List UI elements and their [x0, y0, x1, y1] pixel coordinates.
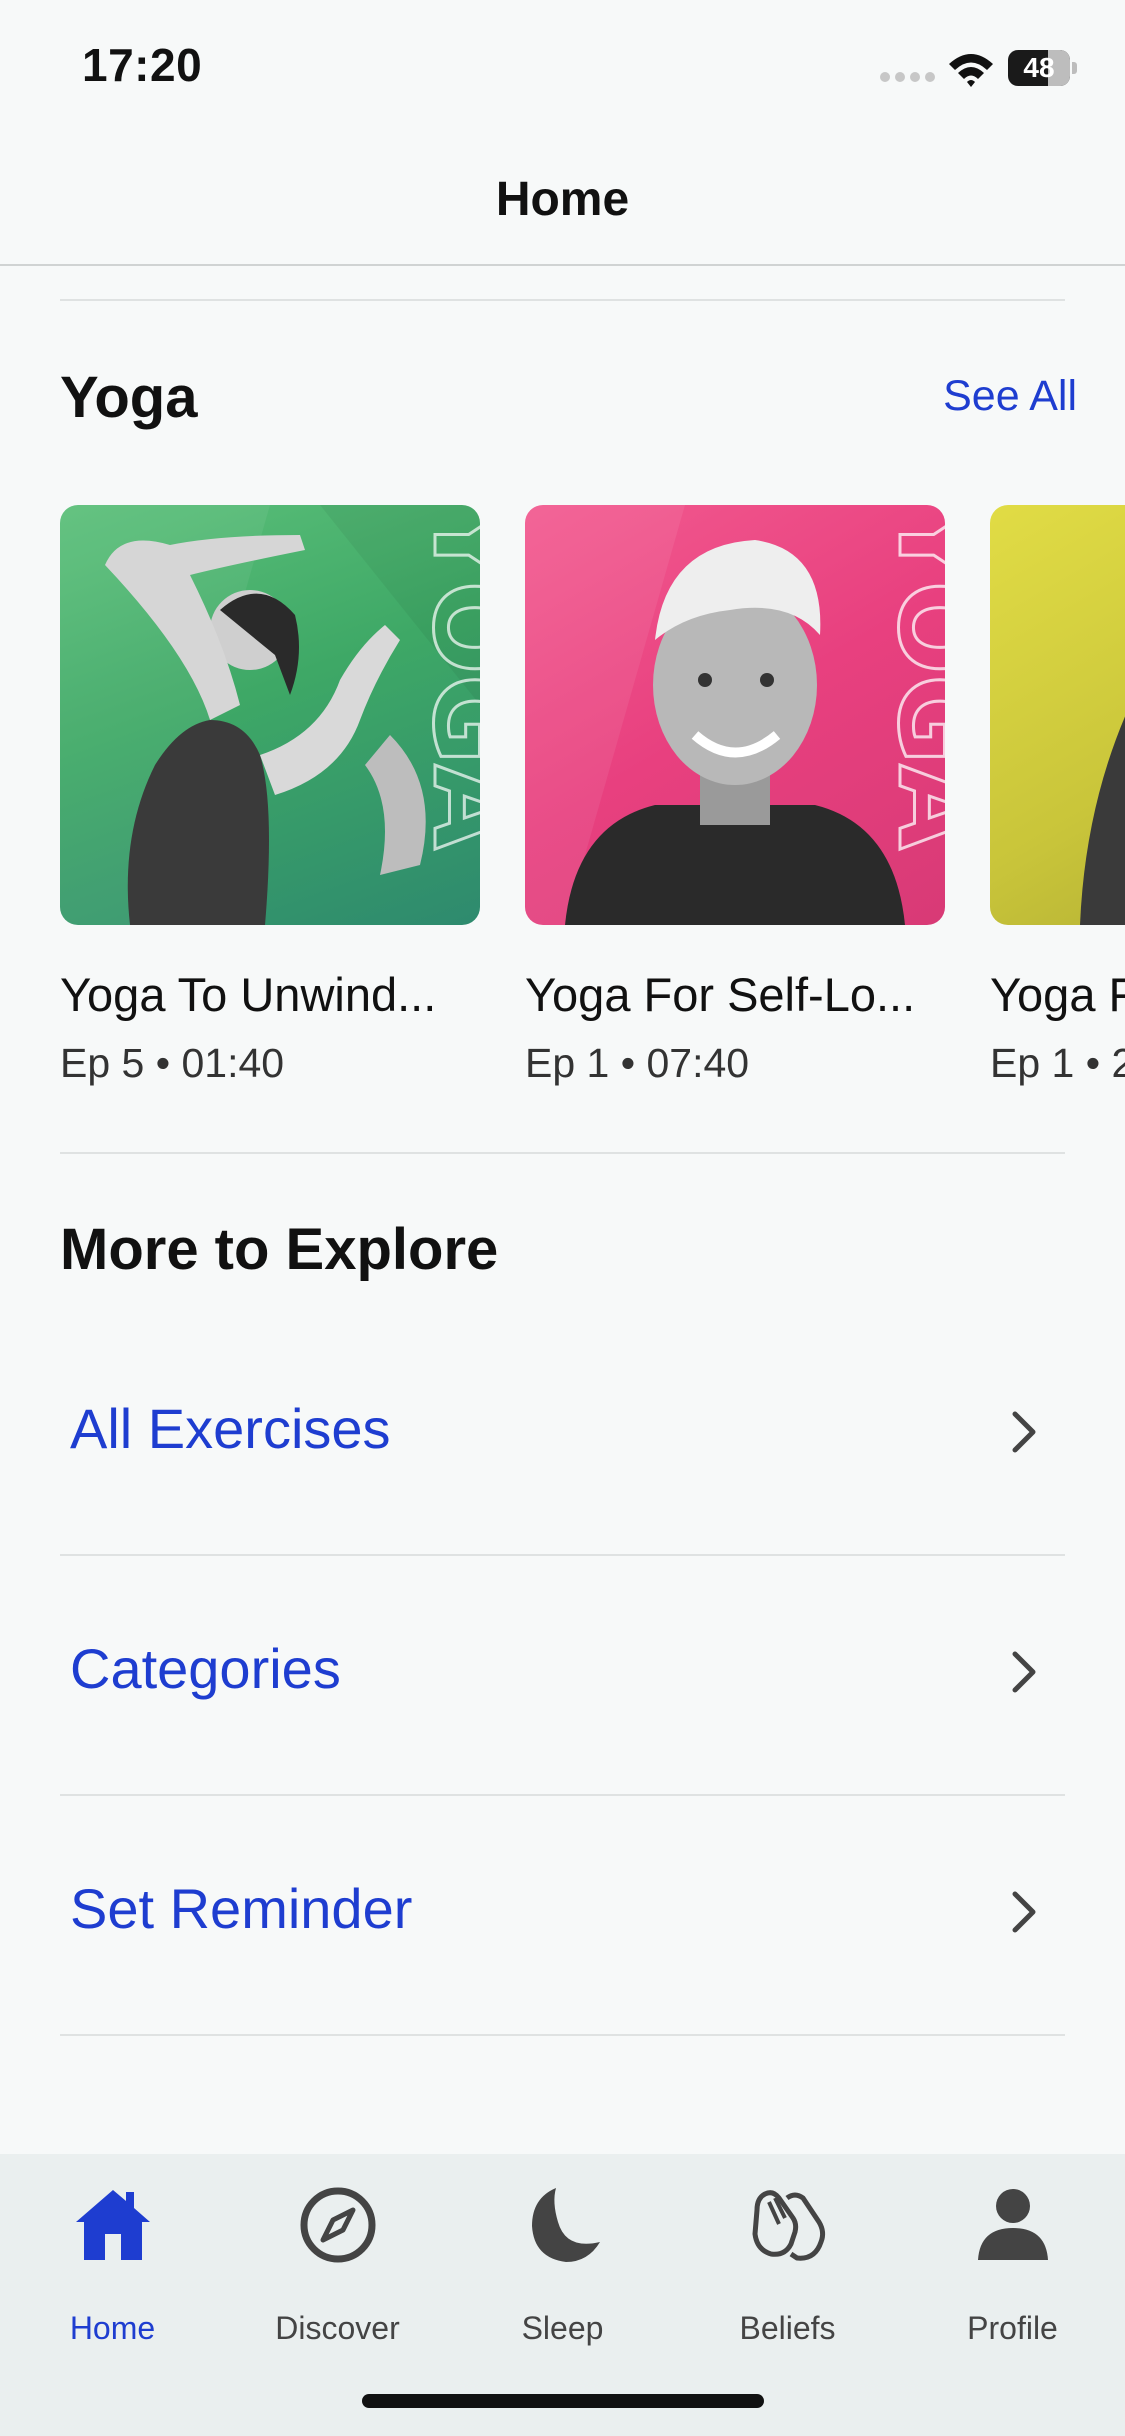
tab-label: Home: [69, 2310, 156, 2346]
yoga-pose-illustration: YOGA: [60, 505, 480, 925]
explore-section-title: More to Explore: [60, 1217, 499, 1282]
moon-icon: [532, 2188, 600, 2262]
yoga-card-thumbnail[interactable]: YOGA: [60, 505, 480, 925]
tab-label: Discover: [275, 2310, 400, 2346]
tab-label: Profile: [967, 2310, 1058, 2346]
tab-home[interactable]: Home: [0, 2184, 225, 2364]
yoga-portrait-illustration: [1080, 716, 1125, 925]
yoga-art-text: YOGA: [409, 505, 480, 850]
yoga-carousel[interactable]: YOGA Yoga To Unwind... Ep 5 • 01:40 YOGA…: [0, 505, 1125, 1105]
divider: [60, 299, 1065, 301]
yoga-card-thumbnail[interactable]: YOGA: [525, 505, 945, 925]
tab-label: Sleep: [521, 2310, 604, 2346]
yoga-card-thumbnail[interactable]: [990, 505, 1125, 925]
person-icon: [978, 2189, 1048, 2260]
compass-icon: [300, 2187, 376, 2263]
tab-discover[interactable]: Discover: [225, 2184, 450, 2364]
home-icon: [76, 2190, 150, 2260]
battery-level: 48: [1023, 52, 1055, 83]
chevron-right-icon: [1012, 1891, 1036, 1933]
nav-header: Home: [0, 130, 1125, 266]
tab-profile[interactable]: Profile: [900, 2184, 1125, 2364]
list-item-set-reminder[interactable]: Set Reminder: [60, 1794, 1065, 2036]
yoga-card-title: Yoga F: [990, 968, 1125, 1021]
battery-icon: 48: [1008, 50, 1078, 88]
list-item-label: All Exercises: [70, 1397, 391, 1460]
yoga-portrait-illustration: YOGA: [525, 505, 945, 925]
status-time: 17:20: [82, 39, 203, 91]
yoga-card-meta: Ep 1 • 07:40: [525, 1040, 750, 1086]
divider: [60, 1152, 1065, 1154]
signal-icon: [880, 72, 936, 84]
wifi-icon: [949, 54, 993, 87]
yoga-section-title: Yoga: [60, 365, 198, 430]
yoga-art-text: YOGA: [874, 505, 945, 850]
list-item-all-exercises[interactable]: All Exercises: [60, 1314, 1065, 1556]
praying-hands-icon: [752, 2190, 826, 2261]
home-indicator[interactable]: [362, 2394, 764, 2408]
list-item-label: Categories: [70, 1637, 341, 1700]
page-title: Home: [495, 173, 630, 226]
yoga-card-meta: Ep 1 • 2: [990, 1040, 1125, 1086]
list-item-categories[interactable]: Categories: [60, 1554, 1065, 1796]
tab-label: Beliefs: [739, 2310, 836, 2346]
see-all-link[interactable]: See All: [943, 372, 1077, 421]
tab-sleep[interactable]: Sleep: [450, 2184, 675, 2364]
yoga-card-title: Yoga To Unwind...: [60, 968, 437, 1021]
list-item-label: Set Reminder: [70, 1877, 413, 1940]
yoga-card-title: Yoga For Self-Lo...: [525, 968, 916, 1021]
chevron-right-icon: [1012, 1651, 1036, 1693]
yoga-card-meta: Ep 5 • 01:40: [60, 1040, 285, 1086]
chevron-right-icon: [1012, 1411, 1036, 1453]
tab-beliefs[interactable]: Beliefs: [675, 2184, 900, 2364]
status-bar: 17:20 48: [0, 0, 1125, 130]
